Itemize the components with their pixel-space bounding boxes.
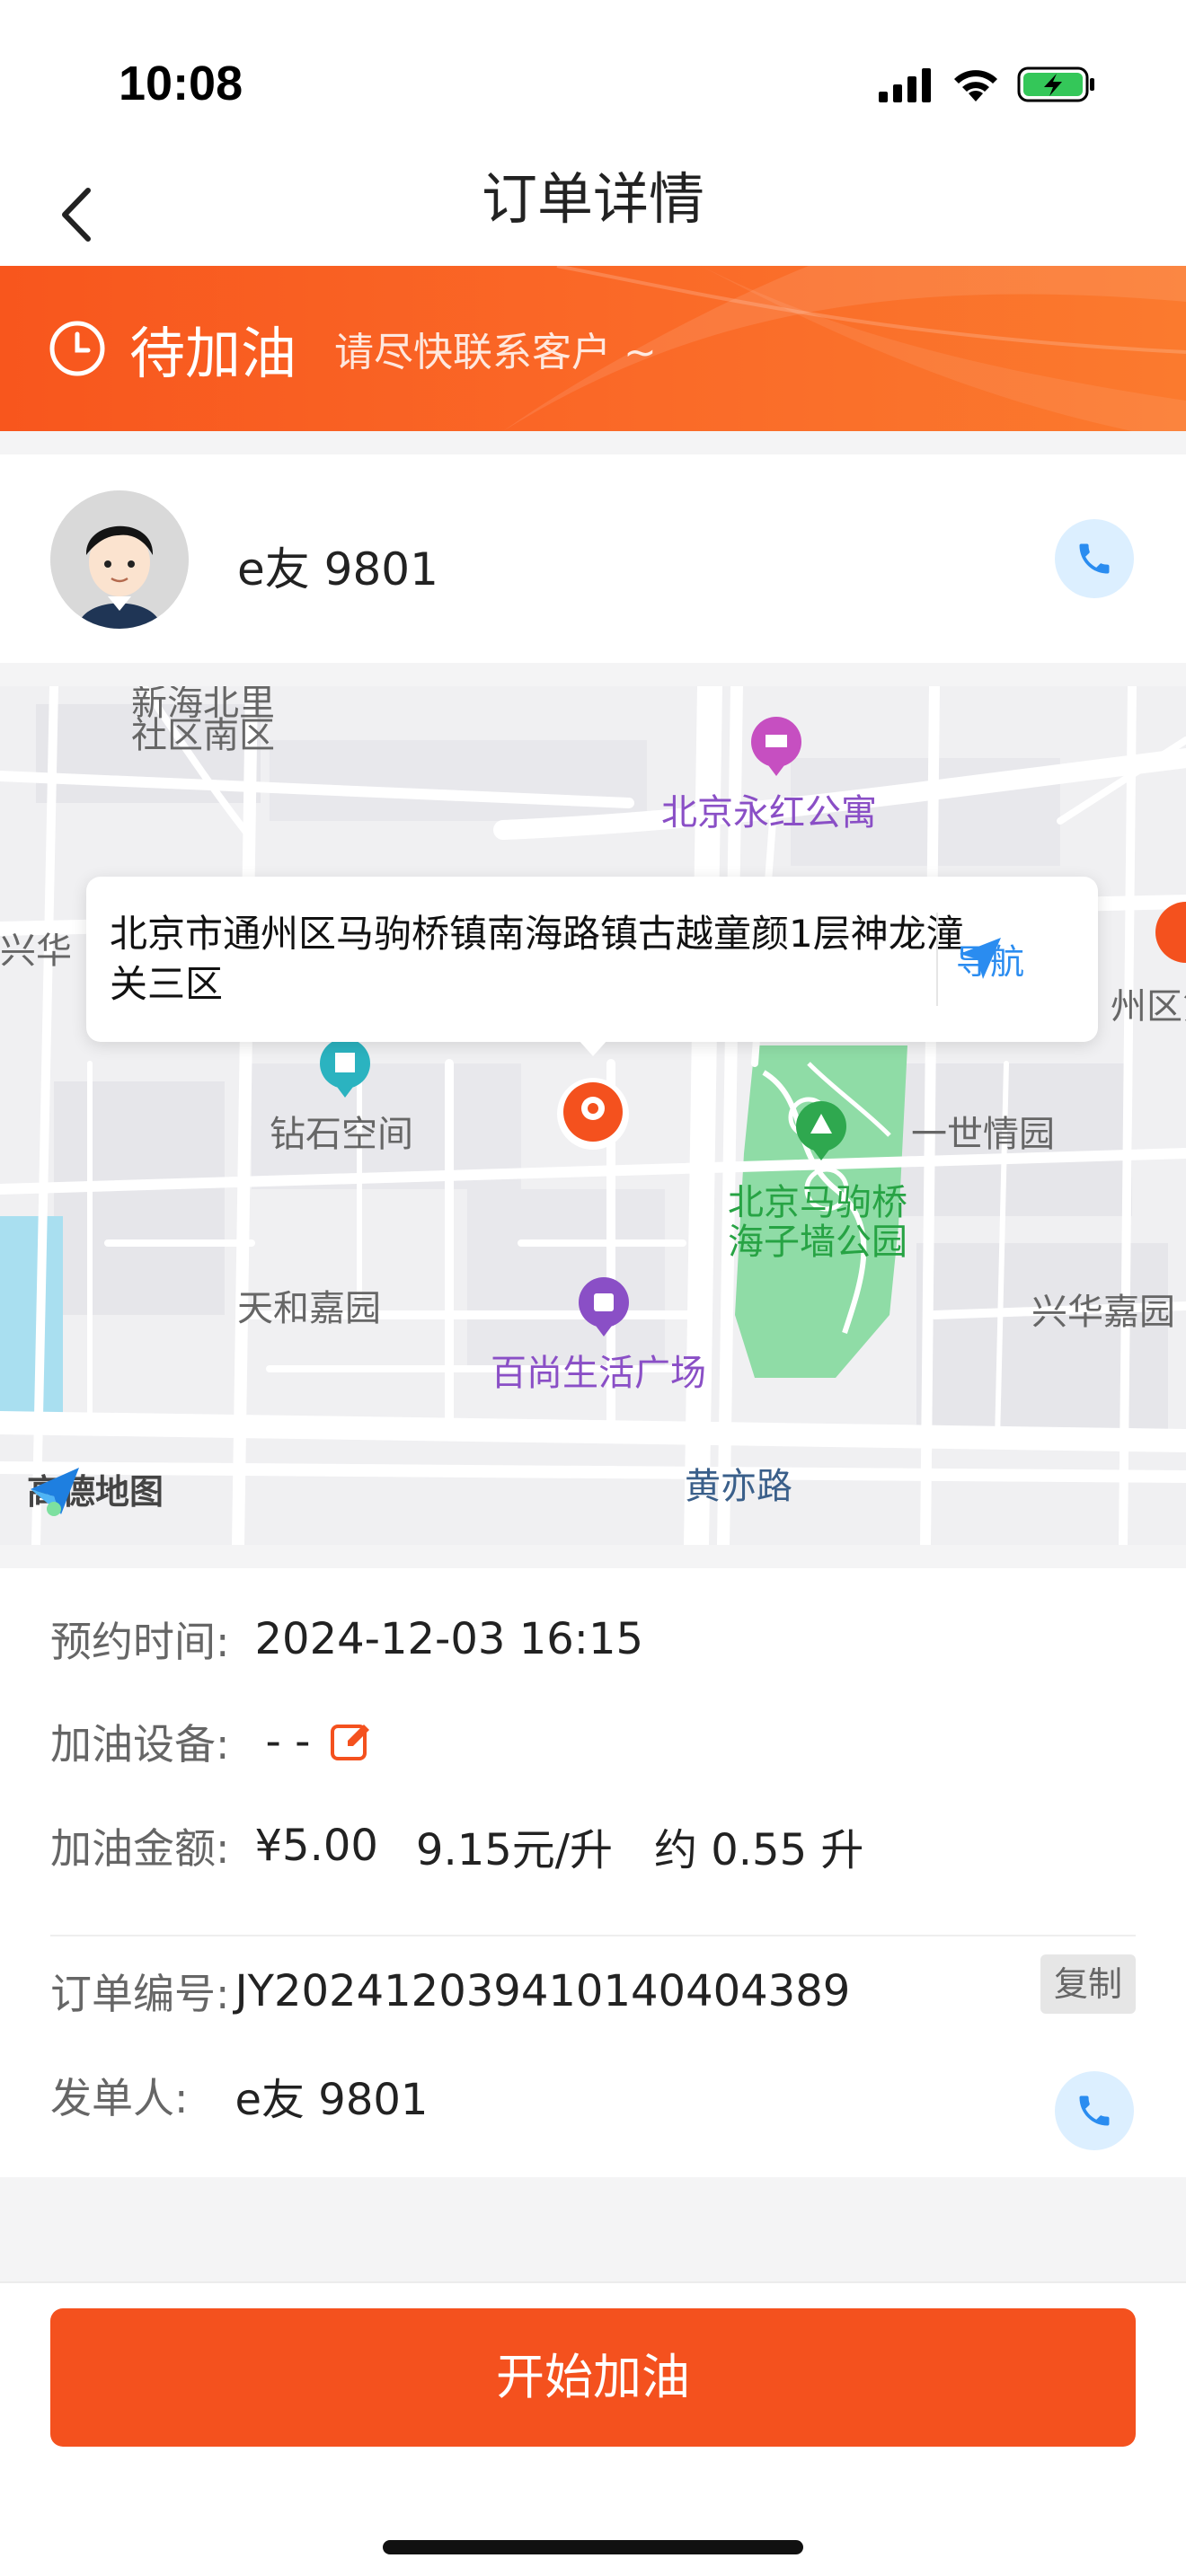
home-indicator — [383, 2540, 803, 2554]
navigation-bar: 订单详情 — [0, 162, 1186, 266]
device-value: - - — [265, 1716, 311, 1767]
clock-icon — [49, 321, 105, 376]
appointment-row: 预约时间: 2024-12-03 16:15 — [50, 1610, 643, 1669]
avatar — [50, 490, 189, 629]
map-label-zhouqu-right: 州区第 — [1111, 986, 1186, 1028]
status-time: 10:08 — [119, 57, 243, 110]
unit-price-value: 9.15元/升 — [415, 1825, 613, 1875]
map-view[interactable]: 新海北里 社区南区 北京永红公寓 兴华 州区第 钻石空间 一世情园 北京马驹桥 … — [0, 686, 1186, 1545]
device-label: 加油设备: — [50, 1720, 230, 1769]
amount-value: ¥5.00 — [254, 1821, 378, 1871]
navigate-button[interactable]: 导航 — [956, 934, 1024, 984]
banner-content: 待加油 请尽快联系客户 ~ — [47, 266, 657, 431]
map-label-apartment: 北京永红公寓 — [661, 792, 877, 834]
navigation-arrow-icon — [960, 938, 1001, 979]
map-label-tianhe-garden: 天和嘉园 — [237, 1288, 381, 1329]
map-provider-logo: 高德地图 — [27, 1464, 164, 1516]
map-label-park-line2: 海子墙公园 — [728, 1222, 907, 1263]
start-refueling-button[interactable]: 开始加油 — [50, 2308, 1136, 2447]
callout-pointer — [579, 1040, 607, 1056]
order-number-value: JY202412039410140404389 — [235, 1966, 851, 2016]
customer-name: e友 9801 — [237, 543, 438, 595]
amount-row: 加油金额: ¥5.00 9.15元/升 约 0.55 升 — [50, 1814, 863, 1877]
order-details: 预约时间: 2024-12-03 16:15 加油设备: - - 加油金额: ¥… — [0, 1568, 1186, 2177]
copy-order-number-button[interactable]: 复制 — [1040, 1954, 1136, 2014]
status-bar: 10:08 — [0, 0, 1186, 162]
order-number-label: 订单编号: — [50, 1970, 230, 2018]
address-callout: 北京市通州区马驹桥镇南海路镇古越童颜1层神龙潼关三区 导航 — [86, 877, 1098, 1042]
appointment-label: 预约时间: — [50, 1618, 230, 1666]
map-label-community-south: 社区南区 — [131, 715, 275, 756]
appointment-value: 2024-12-03 16:15 — [254, 1614, 644, 1664]
order-status: 待加油 — [129, 321, 297, 386]
call-sender-button[interactable] — [1055, 2071, 1134, 2150]
map-label-diamond-space: 钻石空间 — [270, 1114, 413, 1155]
signal-icon — [879, 68, 931, 102]
amount-label: 加油金额: — [50, 1824, 230, 1873]
map-label-road: 黄亦路 — [685, 1466, 792, 1507]
map-label-yishi-garden: 一世情园 — [911, 1114, 1055, 1155]
status-hint: 请尽快联系客户 ~ — [334, 330, 657, 375]
order-status-banner: 待加油 请尽快联系客户 ~ — [0, 266, 1186, 431]
battery-charging-icon — [1017, 66, 1094, 102]
map-label-xinghua-left: 兴华 — [0, 931, 72, 972]
sender-value: e友 9801 — [235, 2075, 429, 2125]
callout-divider — [936, 913, 938, 1006]
phone-icon — [1079, 543, 1110, 574]
customer-card: e友 9801 — [0, 454, 1186, 663]
phone-icon — [1079, 2095, 1110, 2126]
destination-pin — [557, 1078, 629, 1150]
page-title: 订单详情 — [481, 166, 704, 232]
device-row: 加油设备: - - — [50, 1712, 373, 1771]
order-detail-page: 10:08 订单详情 待加油 请尽快联系客户 ~ e友 9801 新海北里 社区… — [0, 0, 1186, 2576]
call-customer-button[interactable] — [1055, 519, 1134, 598]
bottom-action-bar: 开始加油 — [0, 2281, 1186, 2576]
map-label-xinghua-right: 兴华嘉园 — [1031, 1292, 1175, 1333]
details-divider — [50, 1935, 1136, 1936]
edit-device-button[interactable] — [328, 1719, 373, 1764]
map-label-plaza: 百尚生活广场 — [491, 1353, 706, 1394]
order-number-row: 订单编号: JY202412039410140404389 — [50, 1962, 850, 2021]
destination-address: 北京市通州区马驹桥镇南海路镇古越童颜1层神龙潼关三区 — [110, 912, 964, 1006]
edit-icon — [331, 1725, 370, 1760]
wifi-icon — [954, 70, 997, 101]
sender-row: 发单人: e友 9801 — [50, 2064, 428, 2127]
sender-label: 发单人: — [50, 2074, 189, 2122]
volume-value: 约 0.55 升 — [653, 1825, 864, 1875]
amap-logo-icon — [31, 1468, 79, 1516]
status-icons — [877, 65, 1096, 104]
